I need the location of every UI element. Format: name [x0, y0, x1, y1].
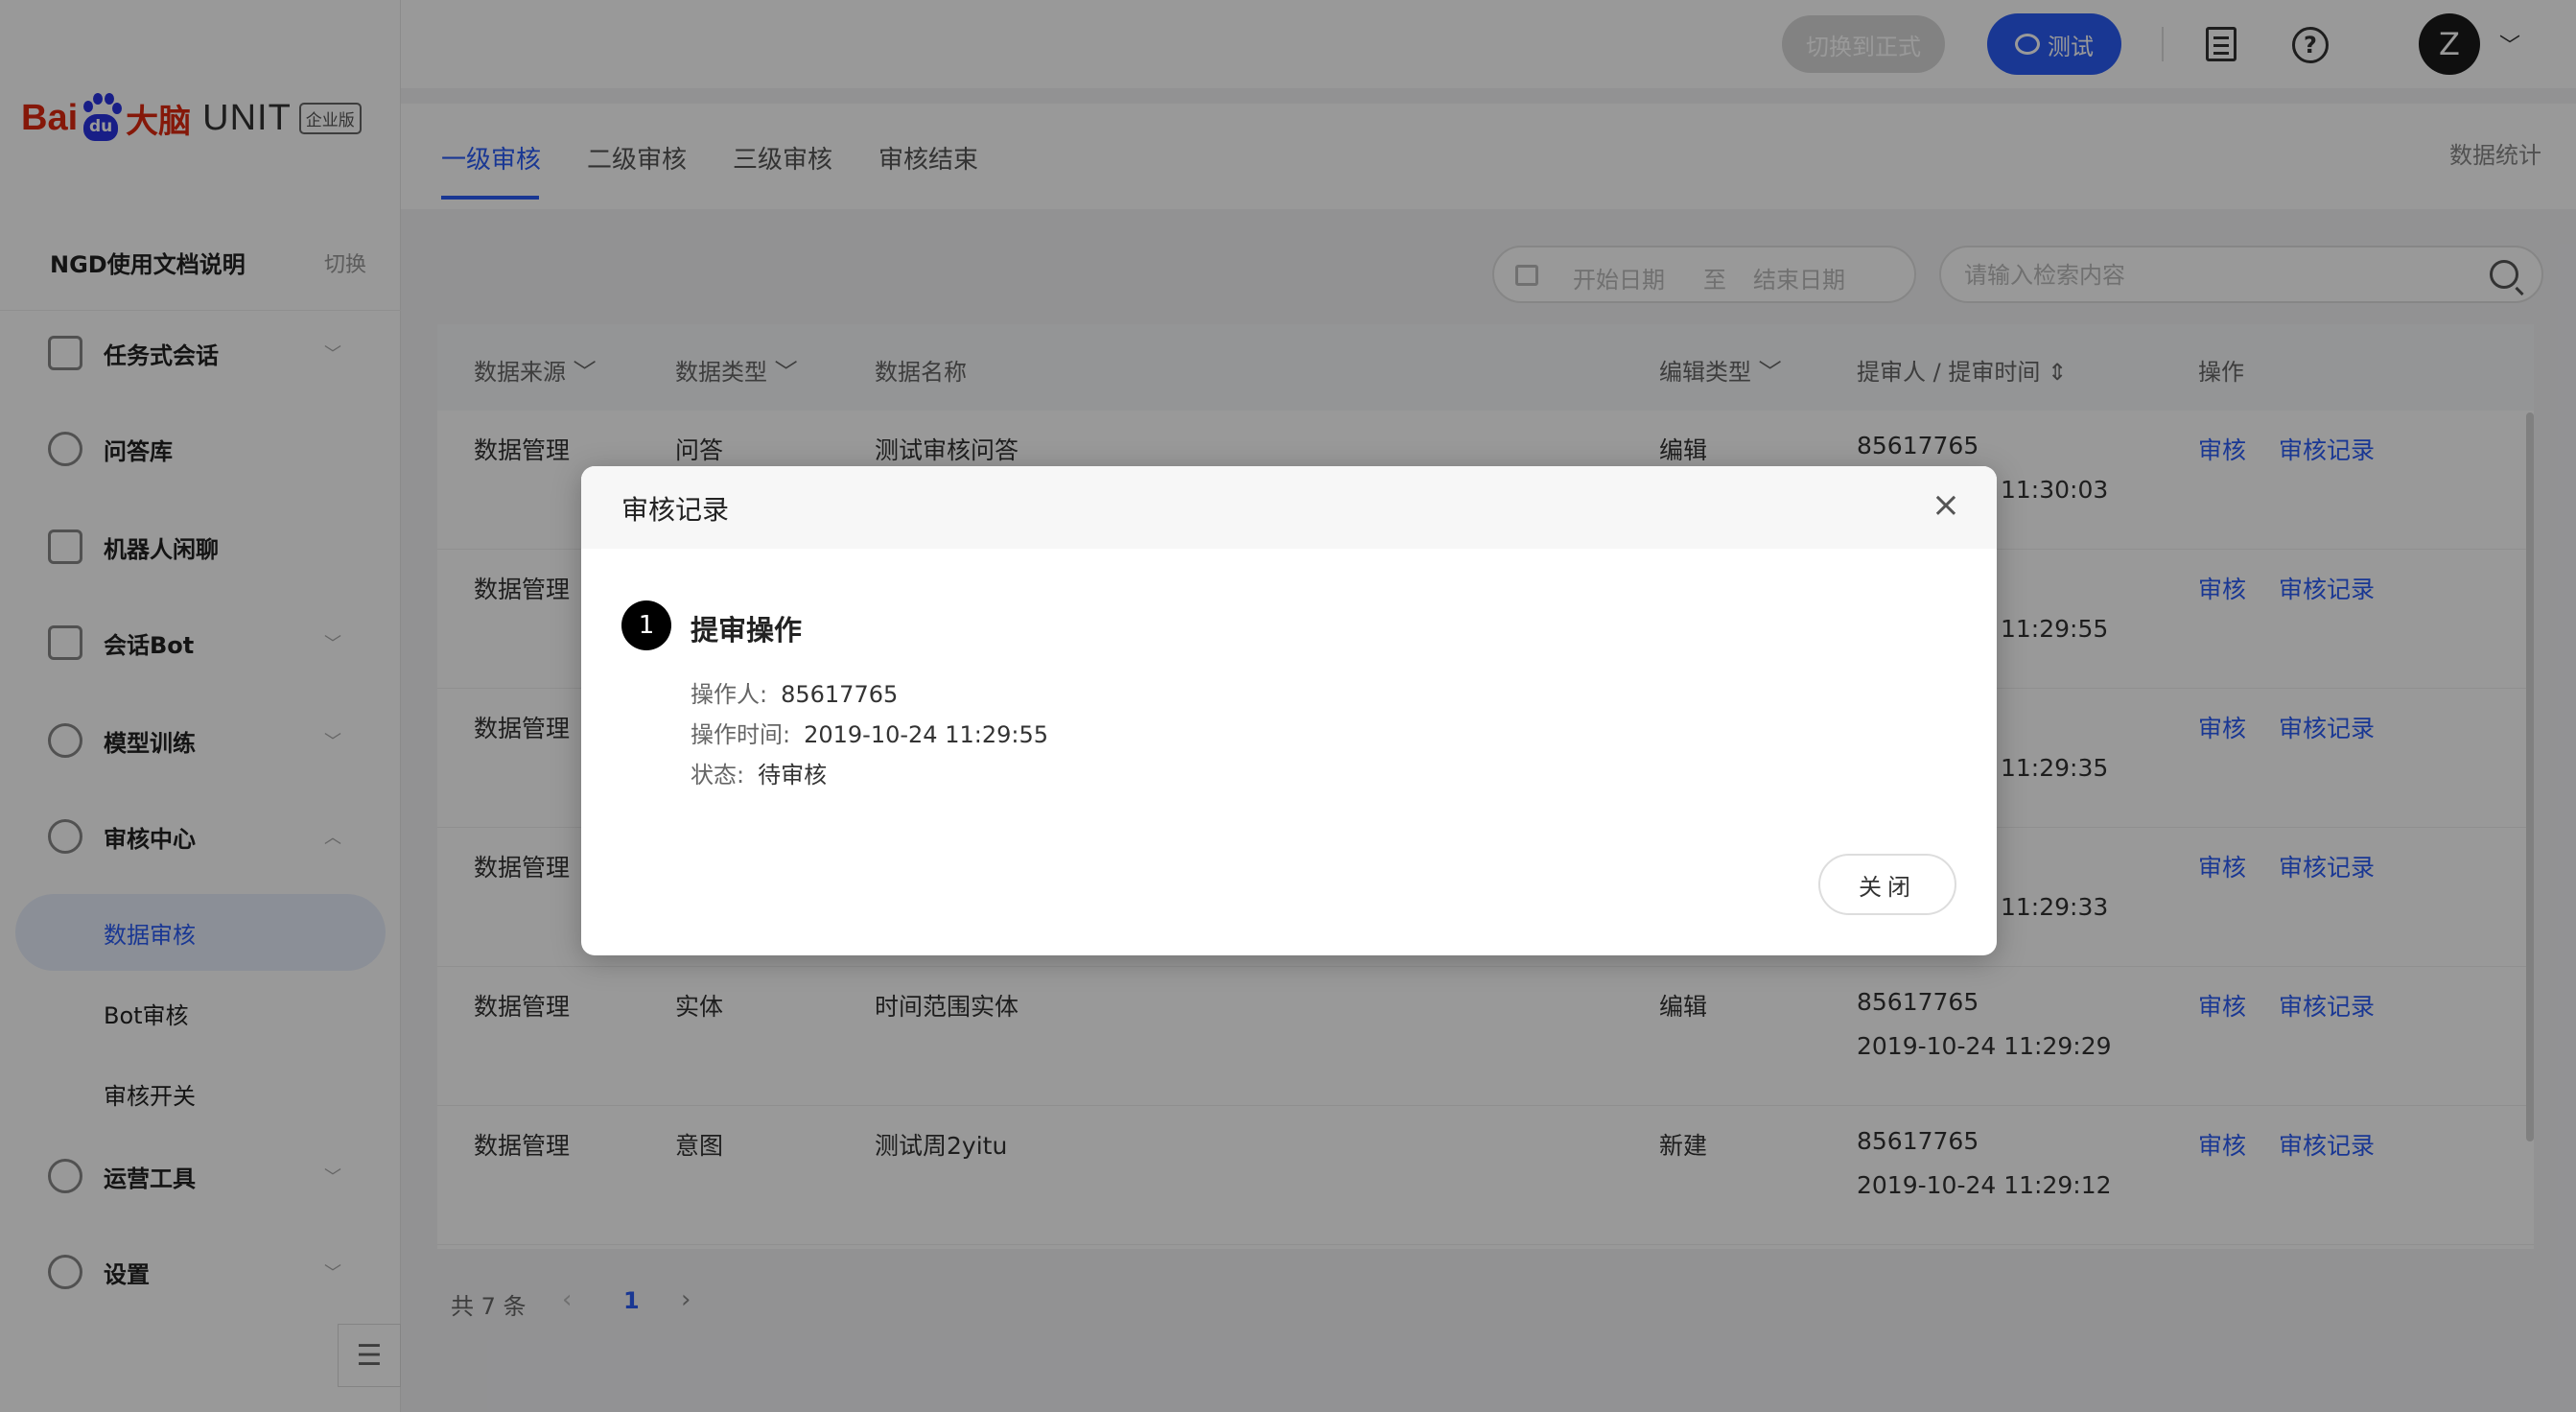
operator-label: 操作人:	[691, 681, 768, 708]
operator-info: 操作人: 85617765	[691, 675, 898, 709]
review-record-modal: 审核记录 × 1 提审操作 操作人: 85617765 操作时间: 2019-10-…	[581, 466, 1997, 955]
time-value: 2019-10-24 11:29:55	[804, 721, 1048, 748]
step-number-badge: 1	[621, 600, 671, 650]
close-icon[interactable]: ×	[1932, 485, 1960, 525]
close-button[interactable]: 关闭	[1818, 854, 1956, 915]
status-label: 状态:	[691, 762, 745, 788]
time-info: 操作时间: 2019-10-24 11:29:55	[691, 716, 1048, 749]
operator-value: 85617765	[781, 681, 899, 708]
modal-title: 审核记录	[621, 494, 730, 526]
modal-header: 审核记录 ×	[581, 466, 1997, 549]
step-title: 提审操作	[691, 614, 803, 647]
time-label: 操作时间:	[691, 721, 791, 748]
status-value: 待审核	[758, 762, 828, 788]
status-info: 状态: 待审核	[691, 756, 827, 789]
